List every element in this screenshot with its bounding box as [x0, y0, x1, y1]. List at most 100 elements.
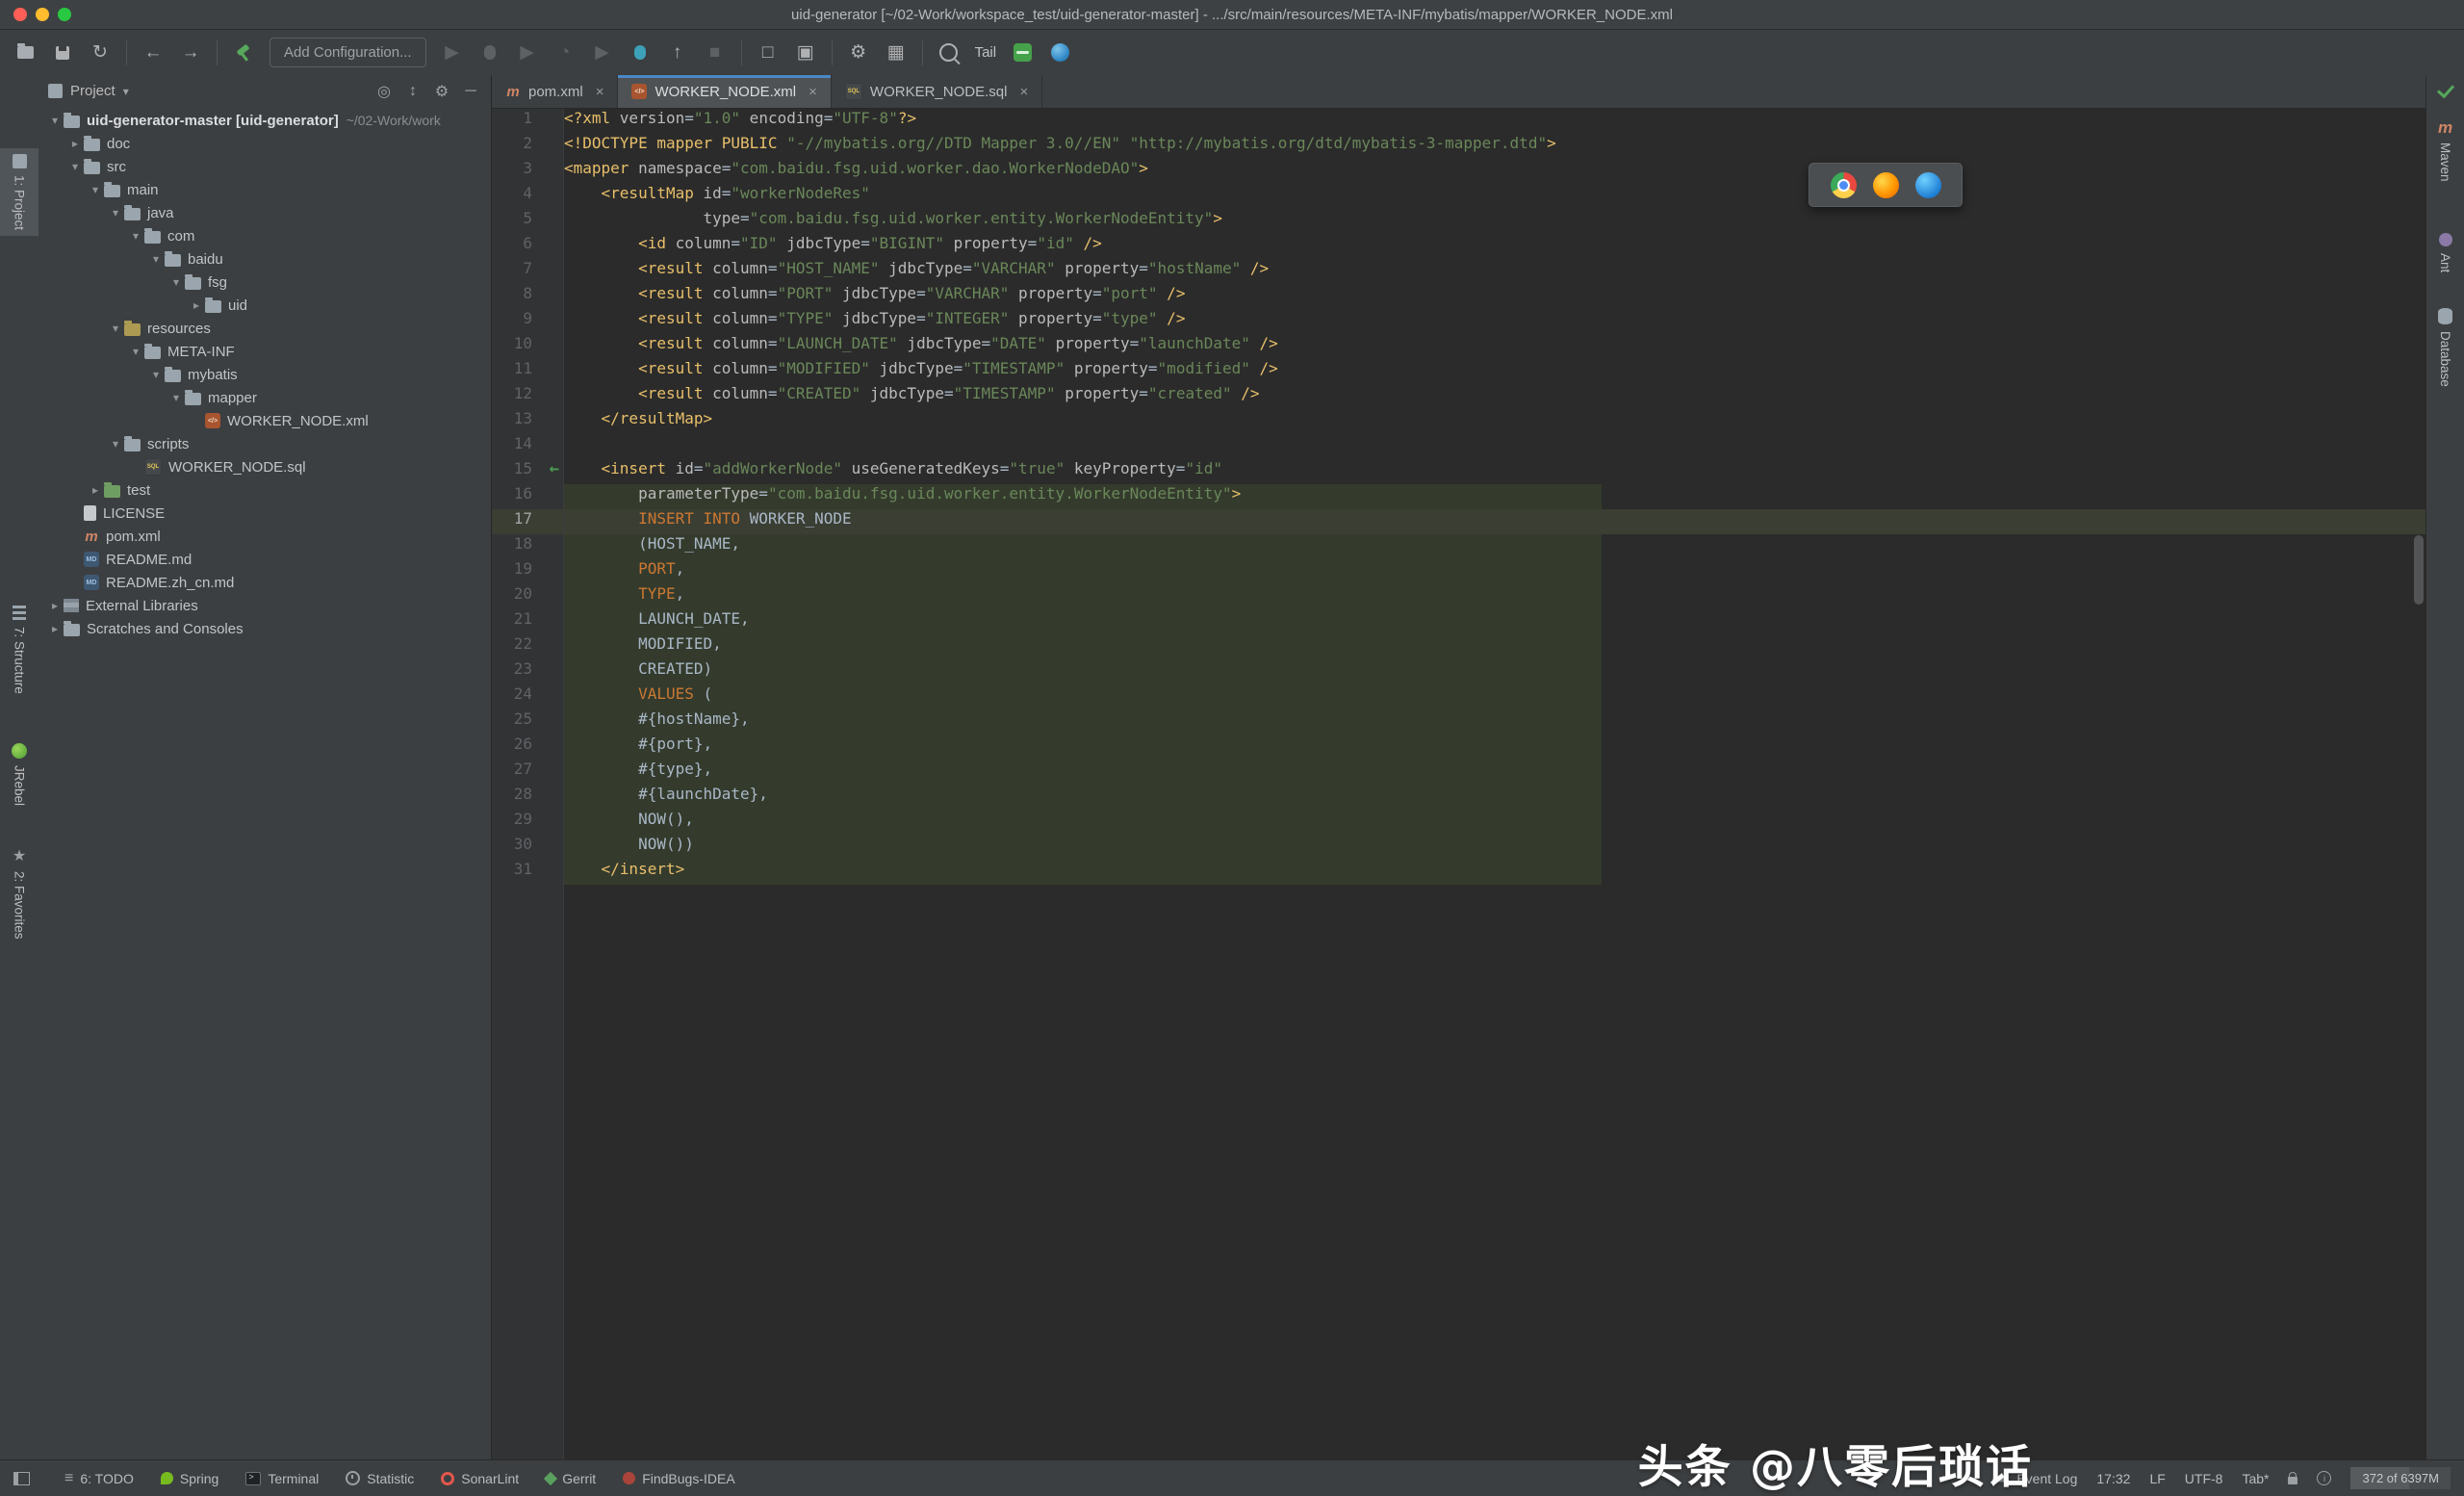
- gutter-line-number[interactable]: 10: [492, 334, 563, 359]
- status-lf[interactable]: LF: [2149, 1471, 2165, 1486]
- gutter-line-number[interactable]: 13: [492, 409, 563, 434]
- tool-stripe-maven[interactable]: m Maven: [2426, 114, 2464, 188]
- tree-open-arrow-icon[interactable]: ▾: [107, 322, 124, 335]
- gutter-line-number[interactable]: 18: [492, 534, 563, 559]
- tree-open-arrow-icon[interactable]: ▾: [127, 229, 144, 243]
- attach-debugger-icon[interactable]: [629, 41, 652, 64]
- code-line[interactable]: NOW(),: [564, 810, 2426, 835]
- code-line[interactable]: <result column="HOST_NAME" jdbcType="VAR…: [564, 259, 2426, 284]
- status-spring[interactable]: Spring: [160, 1471, 218, 1486]
- tree-item[interactable]: pom.xml: [38, 525, 491, 548]
- search-everywhere-icon[interactable]: [937, 41, 961, 64]
- tree-item[interactable]: ▸ Scratches and Consoles: [38, 617, 491, 640]
- run-configuration-combo[interactable]: Add Configuration...: [270, 38, 426, 67]
- tree-item[interactable]: ▾ scripts: [38, 432, 491, 455]
- settings-wrench-icon[interactable]: ⚙: [847, 41, 870, 64]
- stop-icon[interactable]: ■: [704, 41, 727, 64]
- gutter-line-number[interactable]: 5: [492, 209, 563, 234]
- run-with-coverage-icon[interactable]: ▶: [516, 41, 539, 64]
- close-window-button[interactable]: [13, 8, 27, 21]
- tool-windows-toggle-icon[interactable]: [13, 1471, 30, 1485]
- gutter-line-number[interactable]: 12: [492, 384, 563, 409]
- gutter-line-number[interactable]: 2: [492, 134, 563, 159]
- restore-layout-icon[interactable]: □: [757, 41, 780, 64]
- jrebel-build-icon[interactable]: [232, 41, 255, 64]
- gutter-line-number[interactable]: 27: [492, 760, 563, 785]
- tree-open-arrow-icon[interactable]: ▾: [46, 114, 64, 127]
- tree-item[interactable]: ▾ mapper: [38, 386, 491, 409]
- code-line[interactable]: CREATED): [564, 659, 2426, 684]
- minimize-window-button[interactable]: [36, 8, 49, 21]
- firefox-browser-icon[interactable]: [1872, 171, 1899, 198]
- code-line[interactable]: <?xml version="1.0" encoding="UTF-8"?>: [564, 109, 2426, 134]
- status-terminal[interactable]: Terminal: [245, 1471, 319, 1486]
- gutter-line-number[interactable]: 11: [492, 359, 563, 384]
- code-line[interactable]: PORT,: [564, 559, 2426, 584]
- run-icon[interactable]: ▶: [441, 41, 464, 64]
- tree-item[interactable]: ▾ uid-generator-master [uid-generator] ~/0…: [38, 109, 491, 132]
- gutter-line-number[interactable]: 25: [492, 709, 563, 735]
- tree-item[interactable]: WORKER_NODE.sql: [38, 455, 491, 478]
- code-line[interactable]: MODIFIED,: [564, 634, 2426, 659]
- status-gerrit[interactable]: Gerrit: [544, 1471, 596, 1486]
- gutter-line-number[interactable]: 9: [492, 309, 563, 334]
- gutter-line-number[interactable]: 29: [492, 810, 563, 835]
- tree-item[interactable]: README.zh_cn.md: [38, 571, 491, 594]
- tool-stripe-database[interactable]: Database: [2426, 302, 2464, 393]
- close-tab-icon[interactable]: ×: [596, 84, 604, 100]
- tree-item[interactable]: ▸ test: [38, 478, 491, 502]
- status-info[interactable]: i: [2317, 1471, 2332, 1485]
- hotswap-icon[interactable]: ↑: [666, 41, 689, 64]
- back-icon[interactable]: ←: [141, 41, 165, 64]
- code-line[interactable]: NOW()): [564, 835, 2426, 860]
- tree-item[interactable]: ▸ doc: [38, 132, 491, 155]
- code-line[interactable]: #{hostName},: [564, 709, 2426, 735]
- tree-item[interactable]: LICENSE: [38, 502, 491, 525]
- gutter-line-number[interactable]: 20: [492, 584, 563, 609]
- code-line[interactable]: #{type},: [564, 760, 2426, 785]
- grep-console-icon[interactable]: [1011, 41, 1034, 64]
- debug-icon[interactable]: [478, 41, 501, 64]
- code-line[interactable]: <!DOCTYPE mapper PUBLIC "-//mybatis.org/…: [564, 134, 2426, 159]
- close-tab-icon[interactable]: ×: [808, 84, 817, 100]
- tree-closed-arrow-icon[interactable]: ▸: [87, 483, 104, 497]
- run-anything-icon[interactable]: ▶: [591, 41, 614, 64]
- code-line[interactable]: <mapper namespace="com.baidu.fsg.uid.wor…: [564, 159, 2426, 184]
- zoom-window-button[interactable]: [58, 8, 71, 21]
- code-line[interactable]: TYPE,: [564, 584, 2426, 609]
- tool-stripe-ant[interactable]: Ant: [2426, 227, 2464, 278]
- gutter-line-number[interactable]: 23: [492, 659, 563, 684]
- code-line[interactable]: <id column="ID" jdbcType="BIGINT" proper…: [564, 234, 2426, 259]
- synchronize-icon[interactable]: ↻: [89, 41, 112, 64]
- open-folder-icon[interactable]: [13, 41, 37, 64]
- project-panel-title[interactable]: Project: [70, 83, 116, 99]
- tree-item[interactable]: ▾ mybatis: [38, 363, 491, 386]
- save-all-icon[interactable]: [51, 41, 74, 64]
- gutter-line-number[interactable]: 17: [492, 509, 563, 534]
- gutter-line-number[interactable]: 7: [492, 259, 563, 284]
- safari-browser-icon[interactable]: [1914, 171, 1941, 198]
- memory-indicator[interactable]: 372 of 6397M: [2350, 1467, 2451, 1489]
- tree-open-arrow-icon[interactable]: ▾: [167, 275, 185, 289]
- code-line[interactable]: #{launchDate},: [564, 785, 2426, 810]
- tree-item[interactable]: ▸ External Libraries: [38, 594, 491, 617]
- forward-icon[interactable]: →: [179, 41, 202, 64]
- tree-open-arrow-icon[interactable]: ▾: [107, 206, 124, 219]
- code-line[interactable]: parameterType="com.baidu.fsg.uid.worker.…: [564, 484, 2426, 509]
- code-line[interactable]: <result column="CREATED" jdbcType="TIMES…: [564, 384, 2426, 409]
- code-line[interactable]: LAUNCH_DATE,: [564, 609, 2426, 634]
- gutter-line-number[interactable]: 16: [492, 484, 563, 509]
- editor-scrollbar-thumb[interactable]: [2414, 535, 2424, 605]
- tree-item[interactable]: ▾ baidu: [38, 247, 491, 271]
- status-tab-[interactable]: Tab*: [2242, 1471, 2269, 1486]
- status-utf-8[interactable]: UTF-8: [2185, 1471, 2223, 1486]
- gutter-line-number[interactable]: 4: [492, 184, 563, 209]
- tree-item[interactable]: WORKER_NODE.xml: [38, 409, 491, 432]
- code-line[interactable]: <result column="TYPE" jdbcType="INTEGER"…: [564, 309, 2426, 334]
- editor-code[interactable]: <?xml version="1.0" encoding="UTF-8"?> <!…: [564, 109, 2426, 1459]
- gutter-line-number[interactable]: 31: [492, 860, 563, 885]
- gutter-line-number[interactable]: 24: [492, 684, 563, 709]
- gutter-line-number[interactable]: 15 ←: [492, 459, 563, 484]
- tree-closed-arrow-icon[interactable]: ▸: [66, 137, 84, 150]
- code-line[interactable]: VALUES (: [564, 684, 2426, 709]
